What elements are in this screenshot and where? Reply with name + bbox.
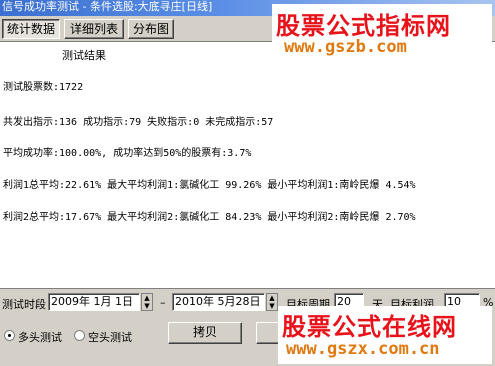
radio-long-label[interactable]: 多头测试 bbox=[18, 329, 62, 345]
start-date-field[interactable]: 2009年 1月 1日 bbox=[48, 293, 140, 311]
result-signals: 共发出指示:136 成功指示:79 失败指示:0 未完成指示:57 bbox=[3, 117, 274, 128]
result-profit1: 利润1总平均:22.61% 最大平均利润1:氯碱化工 99.26% 最小平均利润… bbox=[3, 180, 416, 191]
end-date-spinner[interactable]: ▲ ▼ bbox=[266, 293, 278, 311]
watermark-bottom-url: www.gszx.com.cn bbox=[286, 339, 440, 359]
result-profit2: 利润2总平均:17.67% 最大平均利润2:氯碱化工 84.23% 最小平均利润… bbox=[3, 212, 416, 223]
tab-detail-list[interactable]: 详细列表 bbox=[64, 19, 124, 39]
radio-short-label[interactable]: 空头测试 bbox=[88, 329, 132, 345]
results-heading: 测试结果 bbox=[62, 49, 106, 62]
watermark-top-url: www.gszb.com bbox=[284, 37, 407, 57]
tab-statistics[interactable]: 统计数据 bbox=[2, 19, 60, 39]
result-stock-count: 测试股票数:1722 bbox=[3, 82, 84, 93]
spin-down-icon[interactable]: ▼ bbox=[267, 302, 277, 310]
radio-short-test[interactable] bbox=[74, 330, 85, 341]
end-date-field[interactable]: 2010年 5月28日 bbox=[172, 293, 265, 311]
date-range-dash: – bbox=[160, 296, 166, 309]
spin-up-icon[interactable]: ▲ bbox=[142, 294, 152, 302]
spin-up-icon[interactable]: ▲ bbox=[267, 294, 277, 302]
watermark-bottom-title: 股票公式在线网 bbox=[282, 313, 457, 341]
start-date-spinner[interactable]: ▲ ▼ bbox=[141, 293, 153, 311]
spin-down-icon[interactable]: ▼ bbox=[142, 302, 152, 310]
radio-long-test[interactable] bbox=[4, 330, 15, 341]
result-success-rate: 平均成功率:100.00%, 成功率达到50%的股票有:3.7% bbox=[3, 148, 252, 159]
period-label: 测试时段 bbox=[2, 298, 46, 311]
results-panel: 测试结果 测试股票数:1722 共发出指示:136 成功指示:79 失败指示:0… bbox=[0, 42, 495, 288]
window-title: 信号成功率测试 - 条件选股:大底寻庄[日线] bbox=[2, 0, 213, 13]
copy-button[interactable]: 拷贝 bbox=[168, 322, 242, 344]
watermark-top-title: 股票公式指标网 bbox=[276, 12, 451, 40]
tab-distribution[interactable]: 分布图 bbox=[128, 19, 174, 39]
